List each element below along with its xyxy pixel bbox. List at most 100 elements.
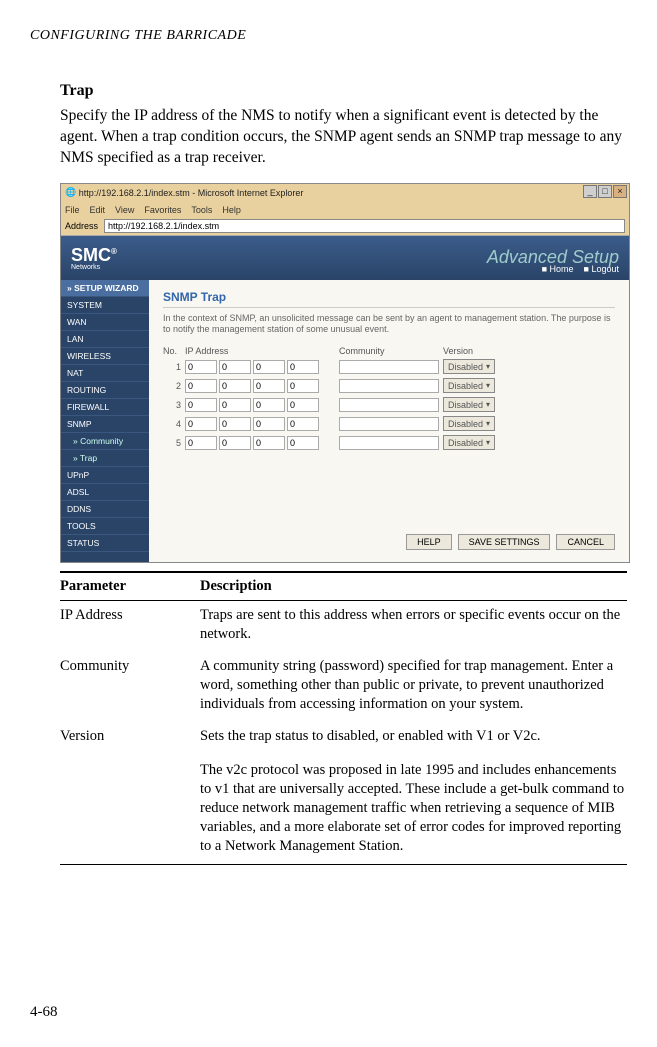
ip-octet[interactable]: [219, 360, 251, 374]
ip-octet[interactable]: [287, 398, 319, 412]
ip-octet[interactable]: [185, 436, 217, 450]
ip-octet[interactable]: [253, 398, 285, 412]
trap-table: No. IP Address Community Version 1 Disab…: [163, 346, 615, 450]
logout-link[interactable]: ■ Logout: [584, 264, 619, 274]
ip-octet[interactable]: [287, 436, 319, 450]
page-number: 4-68: [30, 1004, 58, 1021]
content-panel: SNMP Trap In the context of SNMP, an uns…: [149, 280, 629, 562]
row-no: 4: [163, 419, 181, 429]
th-ip: IP Address: [185, 346, 335, 356]
menu-edit[interactable]: Edit: [90, 205, 106, 215]
ip-octet[interactable]: [253, 417, 285, 431]
window-titlebar: 🌐 http://192.168.2.1/index.stm - Microso…: [61, 184, 629, 202]
th-description: Description: [200, 572, 627, 601]
row-no: 5: [163, 438, 181, 448]
running-header: CONFIGURING THE BARRICADE: [30, 28, 627, 44]
ip-octet[interactable]: [219, 398, 251, 412]
sidebar-item-snmp[interactable]: SNMP: [61, 416, 149, 433]
row-no: 1: [163, 362, 181, 372]
sidebar-item-lan[interactable]: LAN: [61, 331, 149, 348]
community-input[interactable]: [339, 379, 439, 393]
param-extra-desc: The v2c protocol was proposed in late 19…: [200, 755, 627, 865]
save-settings-button[interactable]: SAVE SETTINGS: [458, 534, 551, 550]
menu-view[interactable]: View: [115, 205, 134, 215]
version-select[interactable]: Disabled: [443, 378, 495, 393]
ip-octet[interactable]: [253, 436, 285, 450]
th-no: No.: [163, 346, 181, 356]
sidebar-item-wan[interactable]: WAN: [61, 314, 149, 331]
row-no: 3: [163, 400, 181, 410]
home-link[interactable]: ■ Home: [542, 264, 574, 274]
window-title-text: http://192.168.2.1/index.stm - Microsoft…: [79, 188, 304, 198]
browser-menu-bar: File Edit View Favorites Tools Help: [61, 202, 629, 218]
ip-octet[interactable]: [287, 360, 319, 374]
help-button[interactable]: HELP: [406, 534, 452, 550]
smc-logo: SMC®: [71, 245, 117, 265]
sidebar-sub-trap[interactable]: » Trap: [61, 450, 149, 467]
param-name: IP Address: [60, 600, 200, 652]
menu-favorites[interactable]: Favorites: [144, 205, 181, 215]
menu-help[interactable]: Help: [222, 205, 241, 215]
sidebar-item-firewall[interactable]: FIREWALL: [61, 399, 149, 416]
version-select[interactable]: Disabled: [443, 416, 495, 431]
sidebar-item-upnp[interactable]: UPnP: [61, 467, 149, 484]
trap-row: 5 Disabled: [163, 435, 615, 450]
row-no: 2: [163, 381, 181, 391]
maximize-icon[interactable]: □: [598, 185, 612, 198]
sidebar-item-routing[interactable]: ROUTING: [61, 382, 149, 399]
th-community: Community: [339, 346, 439, 356]
sidebar-item-tools[interactable]: TOOLS: [61, 518, 149, 535]
parameter-table: Parameter Description IP Address Traps a…: [60, 571, 627, 865]
version-select[interactable]: Disabled: [443, 359, 495, 374]
menu-file[interactable]: File: [65, 205, 80, 215]
ip-octet[interactable]: [185, 360, 217, 374]
ip-octet[interactable]: [287, 379, 319, 393]
param-desc: Traps are sent to this address when erro…: [200, 600, 627, 652]
sidebar-nav: » SETUP WIZARD SYSTEM WAN LAN WIRELESS N…: [61, 280, 149, 562]
param-desc: Sets the trap status to disabled, or ena…: [200, 722, 627, 754]
th-version: Version: [443, 346, 513, 356]
version-select[interactable]: Disabled: [443, 435, 495, 450]
sidebar-item-adsl[interactable]: ADSL: [61, 484, 149, 501]
close-icon[interactable]: ×: [613, 185, 627, 198]
panel-description: In the context of SNMP, an unsolicited m…: [163, 313, 615, 336]
sidebar-item-wireless[interactable]: WIRELESS: [61, 348, 149, 365]
ip-octet[interactable]: [185, 379, 217, 393]
ip-octet[interactable]: [253, 379, 285, 393]
intro-paragraph: Specify the IP address of the NMS to not…: [60, 106, 627, 169]
sidebar-item-system[interactable]: SYSTEM: [61, 297, 149, 314]
community-input[interactable]: [339, 398, 439, 412]
address-input[interactable]: http://192.168.2.1/index.stm: [104, 219, 625, 233]
community-input[interactable]: [339, 417, 439, 431]
community-input[interactable]: [339, 436, 439, 450]
ip-octet[interactable]: [185, 398, 217, 412]
ip-octet[interactable]: [287, 417, 319, 431]
trap-row: 4 Disabled: [163, 416, 615, 431]
trap-row: 1 Disabled: [163, 359, 615, 374]
cancel-button[interactable]: CANCEL: [556, 534, 615, 550]
trap-row: 2 Disabled: [163, 378, 615, 393]
param-desc: A community string (password) specified …: [200, 652, 627, 722]
th-parameter: Parameter: [60, 572, 200, 601]
community-input[interactable]: [339, 360, 439, 374]
sidebar-setup-wizard[interactable]: » SETUP WIZARD: [61, 280, 149, 297]
menu-tools[interactable]: Tools: [191, 205, 212, 215]
ip-octet[interactable]: [219, 417, 251, 431]
ip-octet[interactable]: [219, 436, 251, 450]
param-name: Version: [60, 722, 200, 754]
param-name: Community: [60, 652, 200, 722]
trap-row: 3 Disabled: [163, 397, 615, 412]
panel-title: SNMP Trap: [163, 290, 615, 308]
sidebar-item-nat[interactable]: NAT: [61, 365, 149, 382]
sidebar-item-ddns[interactable]: DDNS: [61, 501, 149, 518]
ip-octet[interactable]: [253, 360, 285, 374]
address-label: Address: [65, 221, 98, 231]
minimize-icon[interactable]: _: [583, 185, 597, 198]
version-select[interactable]: Disabled: [443, 397, 495, 412]
ip-octet[interactable]: [219, 379, 251, 393]
param-name-empty: [60, 755, 200, 865]
sidebar-item-status[interactable]: STATUS: [61, 535, 149, 552]
sidebar-sub-community[interactable]: » Community: [61, 433, 149, 450]
browser-address-bar: Address http://192.168.2.1/index.stm: [61, 218, 629, 236]
ip-octet[interactable]: [185, 417, 217, 431]
